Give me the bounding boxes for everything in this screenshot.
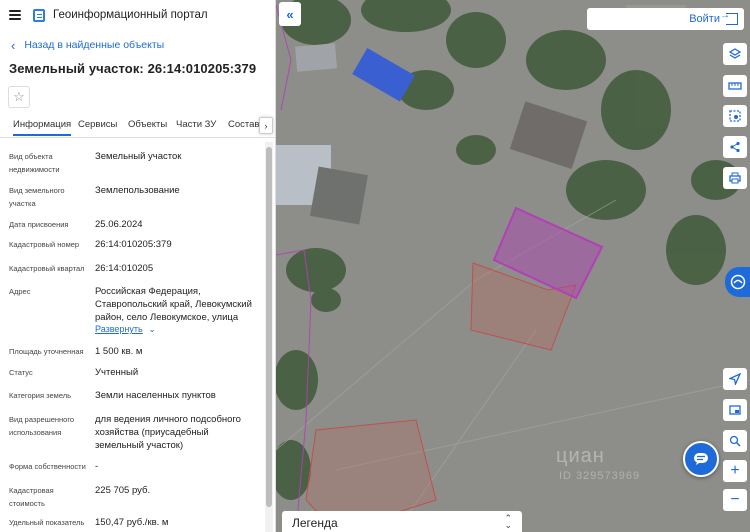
back-link[interactable]: ‹ Назад в найденные объекты xyxy=(11,37,165,53)
tab-objects[interactable]: Объекты xyxy=(128,119,167,130)
property-label: Адрес xyxy=(9,287,31,296)
legend-label: Легенда xyxy=(292,516,338,530)
property-value: Российская Федерация, Ставропольский кра… xyxy=(95,286,252,323)
property-label: Кадастровый номер xyxy=(9,240,80,249)
geo-search-button[interactable] xyxy=(723,430,747,452)
tab-parts[interactable]: Части ЗУ xyxy=(176,119,216,130)
property-value: для ведения личного подсобного хозяйства… xyxy=(95,414,241,451)
service-logo-icon xyxy=(730,274,746,290)
property-value: 26:14:010205 xyxy=(95,263,154,274)
favorite-button[interactable]: ☆ xyxy=(8,86,30,108)
chevron-right-icon: › xyxy=(264,120,268,131)
property-value: 225 705 руб. xyxy=(95,485,151,496)
property-label: Вид разрешенного использования xyxy=(9,415,75,437)
minimap-button[interactable] xyxy=(723,399,747,421)
chevron-left-icon: ‹ xyxy=(11,37,16,53)
print-icon xyxy=(729,172,741,184)
panel-scrollbar-thumb[interactable] xyxy=(266,147,272,507)
watermark-text: циан xyxy=(556,445,605,467)
property-label: Форма собственности xyxy=(9,462,86,471)
property-label: Кадастровая стоимость xyxy=(9,486,54,508)
tab-info[interactable]: Информация xyxy=(13,119,72,136)
login-icon xyxy=(720,10,738,25)
plus-icon: + xyxy=(730,462,740,479)
portal-logo-icon xyxy=(33,8,45,22)
print-button[interactable] xyxy=(723,167,747,189)
area-select-icon xyxy=(729,110,741,122)
ruler-button[interactable] xyxy=(723,75,747,97)
tab-composition[interactable]: Состав xyxy=(228,119,259,130)
login-label: Войти xyxy=(689,13,720,25)
share-icon xyxy=(730,141,740,153)
hamburger-icon[interactable] xyxy=(9,10,21,20)
watermark-id: ID 329573969 xyxy=(559,470,641,482)
portal-title: Геоинформационный портал xyxy=(53,9,208,21)
panel-scrollbar[interactable] xyxy=(265,142,273,532)
property-value: - xyxy=(95,461,99,472)
layers-button[interactable] xyxy=(723,43,747,65)
property-value: Земли населенных пунктов xyxy=(95,390,216,401)
layers-icon xyxy=(729,48,741,59)
locate-button[interactable] xyxy=(723,368,747,390)
legend-dropdown[interactable]: Легенда ⌃ ⌄ xyxy=(282,511,522,532)
property-value: Землепользование xyxy=(95,185,180,196)
external-service-button[interactable] xyxy=(725,267,750,297)
ruler-icon xyxy=(728,82,742,90)
star-icon: ☆ xyxy=(13,89,25,104)
chevron-down-icon: ⌄ xyxy=(148,324,156,334)
object-title: Земельный участок: 26:14:010205:379 xyxy=(9,61,257,76)
login-button[interactable]: Войти xyxy=(587,8,744,30)
property-value: 25.06.2024 xyxy=(95,219,143,230)
property-label: Категория земель xyxy=(9,391,72,400)
property-value: 1 500 кв. м xyxy=(95,346,143,357)
property-label: Статус xyxy=(9,368,33,377)
area-select-button[interactable] xyxy=(723,105,747,127)
updown-arrow-icon: ⌃ ⌄ xyxy=(504,513,512,530)
minus-icon: − xyxy=(730,491,740,508)
property-value: Учтенный xyxy=(95,367,139,378)
zoom-out-button[interactable]: − xyxy=(723,489,747,511)
property-label: Удельный показатель xyxy=(9,518,85,527)
property-label: Вид объекта недвижимости xyxy=(9,152,60,174)
property-value: 26:14:010205:379 xyxy=(95,239,172,250)
chat-icon xyxy=(694,453,708,465)
info-panel: Геоинформационный портал ‹ Назад в найде… xyxy=(0,0,276,532)
satellite-imagery xyxy=(276,0,750,532)
tab-services[interactable]: Сервисы xyxy=(78,119,117,130)
back-link-label: Назад в найденные объекты xyxy=(24,39,165,51)
property-label: Кадастровый квартал xyxy=(9,264,85,273)
zoom-in-button[interactable]: + xyxy=(723,460,747,482)
property-value: Земельный участок xyxy=(95,151,182,162)
property-label: Площадь уточненная xyxy=(9,347,84,356)
geo-search-icon xyxy=(729,435,741,447)
top-bar: Геоинформационный портал xyxy=(0,0,275,30)
location-arrow-icon xyxy=(729,373,741,385)
property-label: Вид земельного участка xyxy=(9,186,65,208)
chat-button[interactable] xyxy=(683,441,719,477)
share-button[interactable] xyxy=(723,136,747,158)
expand-link[interactable]: Развернуть xyxy=(95,324,143,334)
tab-bar: Информация Сервисы Объекты Части ЗУ Сост… xyxy=(0,116,275,138)
map-view[interactable]: циан ID 329573969 « Войти + − xyxy=(276,0,750,532)
property-label: Дата присвоения xyxy=(9,220,69,229)
property-value: 150,47 руб./кв. м xyxy=(95,517,169,528)
collapse-panel-button[interactable]: « xyxy=(279,2,301,26)
double-chevron-left-icon: « xyxy=(286,6,294,22)
minimap-icon xyxy=(729,405,741,415)
tab-scroll-right-button[interactable]: › xyxy=(259,117,273,134)
